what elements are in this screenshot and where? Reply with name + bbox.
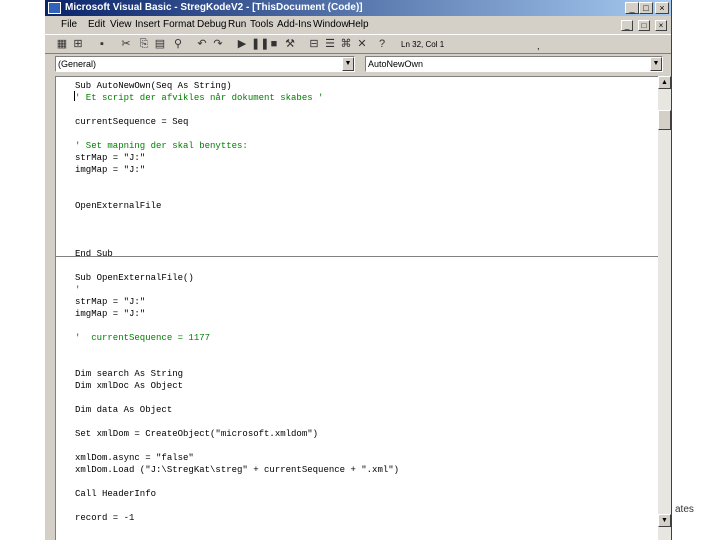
chevron-down-icon[interactable]: ▼ bbox=[342, 57, 354, 71]
scroll-up-button[interactable]: ▲ bbox=[658, 76, 671, 89]
code-line: record = -1 bbox=[75, 513, 135, 523]
menu-format[interactable]: Format bbox=[163, 19, 195, 30]
procedure-dropdown[interactable]: AutoNewOwn ▼ bbox=[365, 56, 663, 72]
menu-insert[interactable]: Insert bbox=[135, 19, 160, 30]
object-dropdown[interactable]: (General) ▼ bbox=[55, 56, 355, 72]
menu-view[interactable]: View bbox=[110, 19, 132, 30]
code-line: Sub OpenExternalFile() bbox=[75, 273, 194, 283]
run-icon[interactable]: ▶ bbox=[235, 38, 249, 51]
code-line: strMap = "J:" bbox=[75, 153, 146, 163]
menu-bar: File Edit View Insert Format Debug Run T… bbox=[45, 16, 671, 34]
find-icon[interactable]: ⚲ bbox=[171, 38, 185, 51]
mdi-close-button[interactable]: × bbox=[655, 20, 667, 31]
menu-edit[interactable]: Edit bbox=[88, 19, 105, 30]
title-bar[interactable]: Microsoft Visual Basic - StregKodeV2 - [… bbox=[45, 0, 671, 16]
chevron-down-icon[interactable]: ▼ bbox=[650, 57, 662, 71]
standard-toolbar: ▦ ⊞ ▪ ✂ ⎘ ▤ ⚲ ↶ ↷ ▶ ❚❚ ■ ⚒ ⊟ ☰ ⌘ ✕ ? Ln … bbox=[45, 34, 671, 54]
break-icon[interactable]: ❚❚ bbox=[251, 38, 269, 51]
code-line: ' currentSequence = 1177 bbox=[75, 333, 211, 343]
code-line: ' bbox=[75, 285, 81, 295]
code-line: xmlDom.async = "false" bbox=[75, 453, 194, 463]
object-dropdown-value: (General) bbox=[58, 59, 97, 69]
vba-app-icon bbox=[48, 2, 61, 14]
code-line: Set xmlDom = CreateObject("microsoft.xml… bbox=[75, 429, 319, 439]
scroll-thumb[interactable] bbox=[658, 110, 671, 130]
code-editor[interactable]: Sub AutoNewOwn(Seq As String) ' Et script… bbox=[55, 76, 658, 540]
code-line: Sub AutoNewOwn(Seq As String) bbox=[75, 81, 232, 91]
code-line: imgMap = "J:" bbox=[75, 165, 146, 175]
mdi-restore-button[interactable]: □ bbox=[638, 20, 650, 31]
help-icon[interactable]: ? bbox=[375, 38, 389, 51]
code-line: strMap = "J:" bbox=[75, 297, 146, 307]
close-button[interactable]: × bbox=[655, 2, 669, 14]
menu-tools[interactable]: Tools bbox=[250, 19, 273, 30]
code-line: Dim search As String bbox=[75, 369, 184, 379]
save-icon[interactable]: ▪ bbox=[95, 38, 109, 51]
minimize-button[interactable]: _ bbox=[625, 2, 639, 14]
toolbar-separator: , bbox=[537, 41, 540, 51]
scroll-down-button[interactable]: ▼ bbox=[658, 514, 671, 527]
properties-icon[interactable]: ☰ bbox=[323, 38, 337, 51]
code-line: End Sub bbox=[75, 249, 113, 259]
code-line: xmlDom.Load ("J:\StregKat\streg" + curre… bbox=[75, 465, 400, 475]
cut-icon[interactable]: ✂ bbox=[119, 38, 133, 51]
project-explorer-icon[interactable]: ⊟ bbox=[307, 38, 321, 51]
menu-run[interactable]: Run bbox=[228, 19, 246, 30]
redo-icon[interactable]: ↷ bbox=[211, 38, 225, 51]
toolbox-icon[interactable]: ✕ bbox=[355, 38, 369, 51]
vbe-window: Microsoft Visual Basic - StregKodeV2 - [… bbox=[44, 0, 672, 540]
text-caret bbox=[74, 91, 75, 101]
maximize-button[interactable]: □ bbox=[639, 2, 653, 14]
design-mode-icon[interactable]: ⚒ bbox=[283, 38, 297, 51]
mdi-minimize-button[interactable]: _ bbox=[621, 20, 633, 31]
paste-icon[interactable]: ▤ bbox=[153, 38, 167, 51]
code-line: ' Set mapning der skal benyttes: bbox=[75, 141, 248, 151]
procedure-separator bbox=[56, 256, 658, 257]
object-procedure-bar: (General) ▼ AutoNewOwn ▼ bbox=[45, 54, 671, 76]
menu-window[interactable]: Window bbox=[313, 19, 349, 30]
code-line: ' Et script der afvikles når dokument sk… bbox=[75, 93, 324, 103]
menu-help[interactable]: Help bbox=[348, 19, 369, 30]
reset-icon[interactable]: ■ bbox=[267, 38, 281, 51]
insert-module-icon[interactable]: ⊞ bbox=[71, 38, 85, 51]
undo-icon[interactable]: ↶ bbox=[195, 38, 209, 51]
code-line: OpenExternalFile bbox=[75, 201, 162, 211]
code-line: imgMap = "J:" bbox=[75, 309, 146, 319]
code-line: Dim data As Object bbox=[75, 405, 173, 415]
copy-icon[interactable]: ⎘ bbox=[137, 38, 151, 51]
cursor-position: Ln 32, Col 1 bbox=[401, 40, 445, 49]
object-browser-icon[interactable]: ⌘ bbox=[339, 38, 353, 51]
code-line: currentSequence = Seq bbox=[75, 117, 189, 127]
window-title: Microsoft Visual Basic - StregKodeV2 - [… bbox=[65, 2, 363, 13]
view-word-icon[interactable]: ▦ bbox=[55, 38, 69, 51]
procedure-dropdown-value: AutoNewOwn bbox=[368, 59, 424, 69]
code-line: Call HeaderInfo bbox=[75, 489, 157, 499]
menu-file[interactable]: File bbox=[61, 19, 77, 30]
menu-debug[interactable]: Debug bbox=[197, 19, 226, 30]
slide-footer-text: ates bbox=[675, 504, 694, 515]
menu-add-ins[interactable]: Add-Ins bbox=[277, 19, 311, 30]
vertical-scrollbar[interactable]: ▲ ▼ bbox=[658, 76, 671, 540]
code-line: Dim xmlDoc As Object bbox=[75, 381, 184, 391]
